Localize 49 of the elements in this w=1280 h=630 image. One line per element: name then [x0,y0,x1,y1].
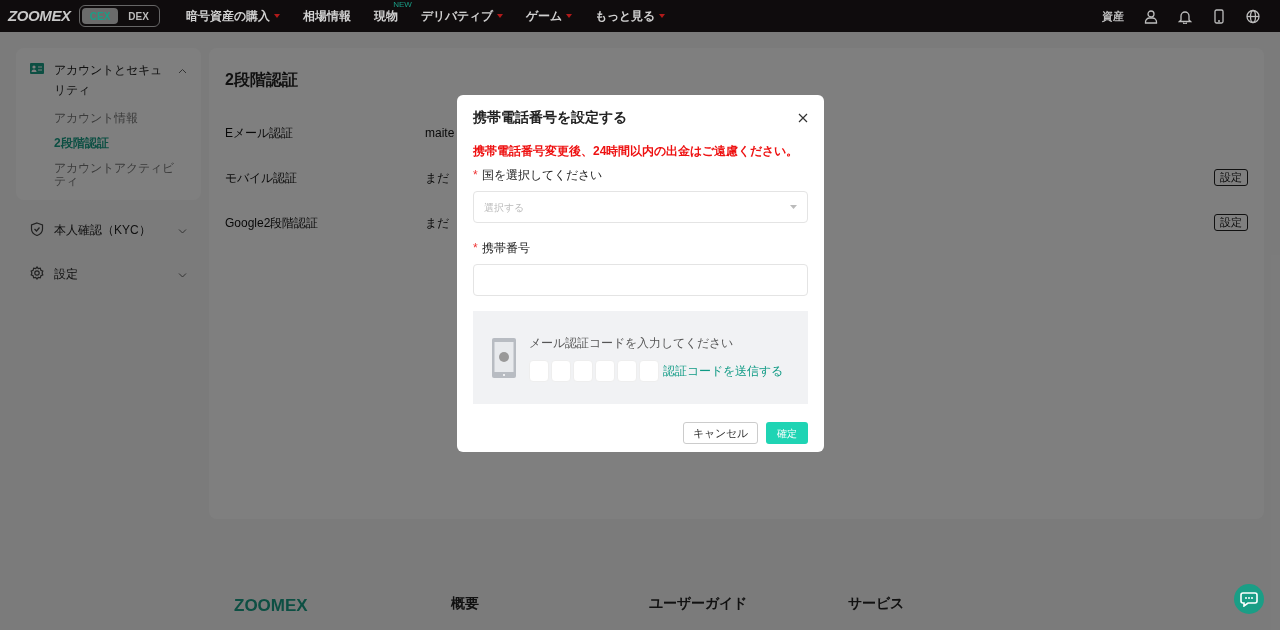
field-label: 携帯番号 [481,240,530,257]
sidebar-item[interactable]: 設定 [54,264,168,284]
sidebar-subitem[interactable]: アカウント情報 [54,112,177,125]
page-title: 2段階認証 [225,70,299,90]
phone-input[interactable] [473,264,808,296]
sidebar-item[interactable]: 本人確認（KYC） [54,220,168,240]
new-label: NEW [393,1,412,9]
set-button[interactable]: 設定 [1214,214,1248,231]
phone-icon [491,336,517,379]
nav-link[interactable]: デリバティブ [420,7,493,25]
user-icon[interactable] [1144,8,1158,24]
nav-link[interactable]: 暗号資産の購入 [185,7,270,25]
shield-check-icon [30,222,44,236]
dropdown-caret-icon [790,205,797,209]
nav-link[interactable]: 現物 [373,7,398,25]
required-asterisk: * [473,242,478,254]
mode-tab[interactable]: DEX [120,8,157,24]
row-value: まだ [425,214,449,232]
footer-heading: サービス [847,594,905,613]
assets-link[interactable]: 資産 [1102,7,1124,25]
dialog-title: 携帯電話番号を設定する [473,108,627,127]
phone-icon[interactable] [1212,8,1226,24]
row-label: Eメール認証 [225,124,294,142]
globe-icon[interactable] [1246,8,1260,24]
settings-icon [30,266,44,280]
cancel-button[interactable]: キャンセル [683,422,758,444]
footer-heading: 概要 [450,594,480,613]
id-card-icon [30,62,44,76]
chat-button[interactable] [1234,584,1264,614]
row-label: モバイル認証 [225,169,298,187]
nav-link[interactable]: もっと見る [594,7,655,25]
nav-link[interactable]: ゲーム [525,7,562,25]
code-hint: メール認証コードを入力してください [529,334,734,352]
nav-link[interactable]: 相場情報 [302,7,351,25]
required-asterisk: * [473,169,478,181]
send-code-link[interactable]: 認証コードを送信する [663,361,783,380]
footer-heading: ユーザーガイド [649,594,748,613]
field-label: 国を選択してください [481,167,602,184]
row-label: Google2段階認証 [225,214,320,232]
sidebar-item[interactable]: アカウントとセキュリティ [54,60,168,100]
logo[interactable]: ZOOMEX [8,4,71,28]
set-button[interactable]: 設定 [1214,169,1248,186]
chat-bubble-icon [1240,591,1258,607]
row-value: まだ [425,169,449,187]
footer-logo: ZOOMEX [234,595,309,617]
row-value: maite [425,124,455,142]
bell-icon[interactable] [1178,8,1192,24]
close-icon[interactable] [798,112,808,123]
warning-text: 携帯電話番号変更後、24時間以内の出金はご遠慮ください。 [473,143,800,160]
